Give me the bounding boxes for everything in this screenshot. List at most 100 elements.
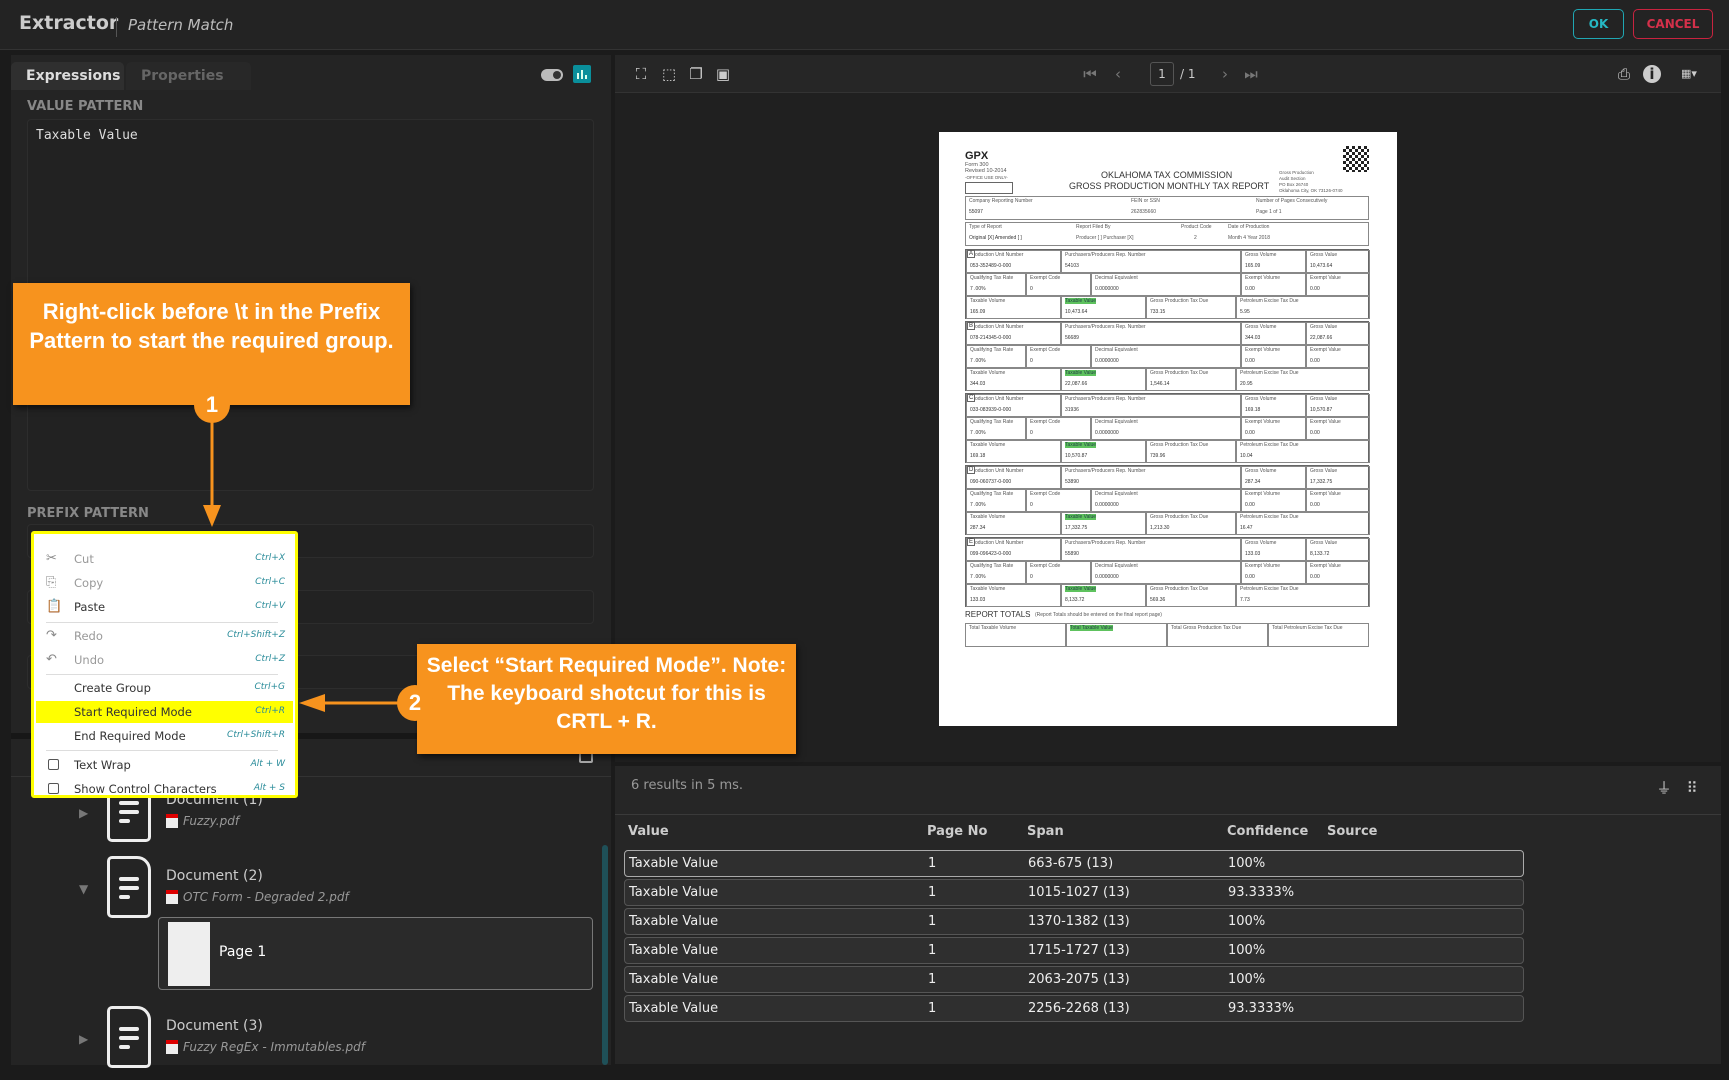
- column-header-value[interactable]: Value: [628, 824, 669, 839]
- column-header-source[interactable]: Source: [1327, 824, 1377, 839]
- prev-page-icon[interactable]: ‹: [1109, 65, 1127, 83]
- document-page: GPX Form 300 Revised 10-2014 -OFFICE USE…: [939, 132, 1397, 726]
- table-row[interactable]: Taxable Value 1 1015-1027 (13) 93.3333%: [624, 879, 1524, 906]
- viewer-toolbar: ⛶ ⬚ ❐ ▣ ⏮ ‹ 1 / 1 › ⏭ ⎙ i ▦▾: [615, 55, 1721, 93]
- form-cell: Exempt Code 0: [1026, 345, 1091, 368]
- document-file: OTC Form - Degraded 2.pdf: [183, 890, 349, 904]
- menu-item-label: Show Control Characters: [74, 782, 217, 796]
- document-file: Fuzzy RegEx - Immutables.pdf: [183, 1040, 365, 1054]
- menu-item-show-control-characters[interactable]: Show Control Characters Alt + S: [36, 778, 293, 800]
- form-cell-value: 165.09: [970, 309, 986, 315]
- form-cell-label: Petroleum Excise Tax Due: [1240, 514, 1299, 520]
- office-use-label: -OFFICE USE ONLY-: [965, 175, 1008, 180]
- info-icon[interactable]: i: [1643, 65, 1661, 83]
- form-cell-value: 0.00: [1310, 286, 1320, 292]
- form-section: Production Unit Number 099-096423-0-000 Pu…: [965, 537, 1370, 607]
- totals-cell: Total Taxable Value: [1066, 623, 1167, 647]
- chart-icon[interactable]: [573, 65, 591, 83]
- menu-item-create-group[interactable]: Create Group Ctrl+G: [36, 677, 293, 699]
- menu-item-label: Create Group: [74, 681, 151, 695]
- checkbox[interactable]: [48, 783, 59, 794]
- table-row[interactable]: Taxable Value 1 2256-2268 (13) 93.3333%: [624, 995, 1524, 1022]
- form-cell-value: 16.47: [1240, 525, 1253, 531]
- column-header-page-no[interactable]: Page No: [927, 824, 987, 839]
- table-cell: 2063-2075 (13): [1028, 972, 1130, 987]
- form-cell-value: 7 .00%: [970, 574, 986, 580]
- menu-item-text-wrap[interactable]: Text Wrap Alt + W: [36, 754, 293, 776]
- menu-item-cut[interactable]: ✂ Cut Ctrl+X: [36, 548, 293, 570]
- checkbox[interactable]: [48, 759, 59, 770]
- print-icon[interactable]: ⎙: [1615, 65, 1633, 83]
- document-item[interactable]: ▼ Document (2) OTC Form - Degraded 2.pdf: [11, 848, 611, 928]
- form-cell-label: Exempt Volume: [1245, 419, 1281, 425]
- column-header-span[interactable]: Span: [1027, 824, 1064, 839]
- form-cell-label: Production Unit Number: [970, 252, 1024, 258]
- ok-button[interactable]: OK: [1573, 9, 1624, 39]
- menu-item-shortcut: Ctrl+V: [255, 601, 285, 611]
- page-item[interactable]: Page 1: [158, 917, 593, 990]
- grid-icon[interactable]: ⠿: [1683, 779, 1701, 797]
- form-cell: Gross Value 10,473.64: [1306, 250, 1370, 273]
- first-page-icon[interactable]: ⏮: [1081, 65, 1099, 83]
- menu-item-end-required-mode[interactable]: End Required Mode Ctrl+Shift+R: [36, 725, 293, 747]
- table-row[interactable]: Taxable Value 1 663-675 (13) 100%: [624, 850, 1524, 877]
- step-badge-2: 2: [397, 685, 433, 721]
- tab-expressions[interactable]: Expressions: [11, 62, 124, 90]
- form-cell: Production Unit Number 078-214345-0-000: [966, 322, 1061, 345]
- page-number-input[interactable]: 1: [1150, 62, 1174, 86]
- report-totals-title: REPORT TOTALS: [965, 610, 1031, 619]
- menu-item-paste[interactable]: 📋 Paste Ctrl+V: [36, 596, 293, 618]
- form-cell: Production Unit Number 053-352489-0-000: [966, 250, 1061, 273]
- fit-page-icon[interactable]: ⛶: [632, 65, 650, 83]
- table-row[interactable]: Taxable Value 1 2063-2075 (13) 100%: [624, 966, 1524, 993]
- form-cell-value: 7.73: [1240, 597, 1250, 603]
- form-cell: Exempt Volume 0.00: [1241, 489, 1306, 512]
- form-cell: Decimal Equivalent 0.0000000: [1091, 417, 1241, 440]
- form-cell: Gross Value 17,332.75: [1306, 466, 1370, 489]
- cancel-button[interactable]: CANCEL: [1633, 9, 1713, 39]
- menu-item-undo[interactable]: ↶ Undo Ctrl+Z: [36, 649, 293, 671]
- form-cell-label: Exempt Volume: [1245, 347, 1281, 353]
- toggle-switch[interactable]: [541, 69, 563, 81]
- form-cell: Taxable Value 10,570.87: [1061, 440, 1146, 463]
- menu-item-copy[interactable]: ⎘ Copy Ctrl+C: [36, 572, 293, 594]
- form-cell: Petroleum Excise Tax Due 5.95: [1236, 296, 1370, 319]
- expand-arrow-icon[interactable]: ▶: [79, 806, 88, 820]
- document-list-scrollbar[interactable]: [602, 845, 608, 1065]
- menu-item-start-required-mode[interactable]: Start Required Mode Ctrl+R: [36, 701, 293, 723]
- document-item[interactable]: ▶ Document (3) Fuzzy RegEx - Immutables.…: [11, 998, 611, 1078]
- pages-icon[interactable]: ❐: [687, 65, 705, 83]
- form-cell-label: Exempt Volume: [1245, 563, 1281, 569]
- form-cell-value: 56689: [1065, 335, 1079, 341]
- form-cell-value: 344.03: [970, 381, 986, 387]
- address-line: PO Box 26740: [1279, 182, 1309, 187]
- form-cell: Gross Production Tax Due 569.36: [1146, 584, 1236, 607]
- color-picker-icon[interactable]: ▦▾: [1675, 65, 1703, 83]
- title-bar: Extractor Pattern Match OK CANCEL: [0, 0, 1729, 50]
- table-row[interactable]: Taxable Value 1 1715-1727 (13) 100%: [624, 937, 1524, 964]
- column-header-confidence[interactable]: Confidence: [1227, 824, 1308, 839]
- table-row[interactable]: Taxable Value 1 1370-1382 (13) 100%: [624, 908, 1524, 935]
- form-cell-label: Exempt Volume: [1245, 275, 1281, 281]
- form-cell-label: Decimal Equivalent: [1095, 491, 1138, 497]
- form-cell: Gross Production Tax Due 733.15: [1146, 296, 1236, 319]
- next-page-icon[interactable]: ›: [1216, 65, 1234, 83]
- collapse-arrow-icon[interactable]: ▼: [79, 882, 88, 896]
- section-letter: E: [967, 538, 976, 546]
- menu-item-shortcut: Ctrl+X: [255, 553, 285, 563]
- form-cell-value: 8,133.72: [1310, 551, 1330, 557]
- form-cell-value: 7 .00%: [970, 286, 986, 292]
- form-cell: Taxable Volume 165.09: [966, 296, 1061, 319]
- fit-width-icon[interactable]: ⬚: [660, 65, 678, 83]
- filter-icon[interactable]: ⏚: [1655, 779, 1673, 797]
- form-cell-value: 099-096423-0-000: [970, 551, 1012, 557]
- form-cell-value: 10,473.64: [1310, 263, 1333, 269]
- form-cell-value: 344.03: [1245, 335, 1261, 341]
- menu-item-redo[interactable]: ↷ Redo Ctrl+Shift+Z: [36, 625, 293, 647]
- form-cell: Petroleum Excise Tax Due 7.73: [1236, 584, 1370, 607]
- form-cell-value: 0.00: [1310, 502, 1320, 508]
- tab-properties[interactable]: Properties: [126, 62, 251, 90]
- expand-arrow-icon[interactable]: ▶: [79, 1032, 88, 1046]
- last-page-icon[interactable]: ⏭: [1242, 65, 1260, 83]
- image-icon[interactable]: ▣: [714, 65, 732, 83]
